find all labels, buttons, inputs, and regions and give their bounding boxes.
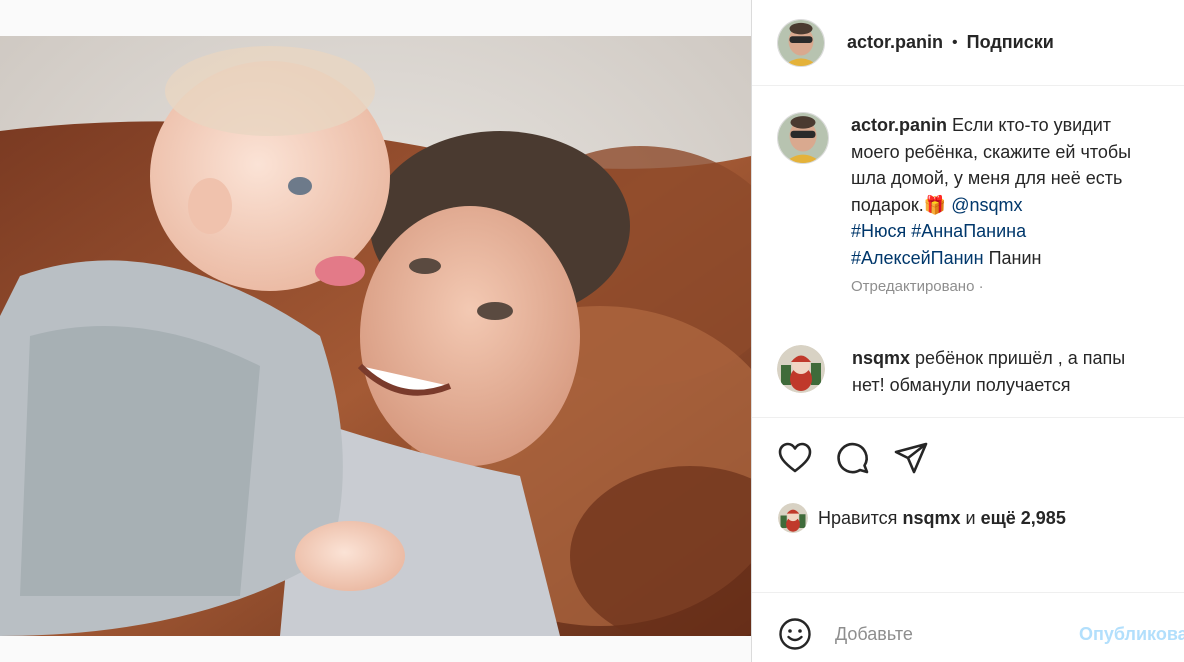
likes-prefix: Нравится (818, 507, 898, 528)
post-media-pane (0, 0, 751, 662)
comment-composer: Опубликовать (777, 614, 1184, 654)
heart-icon[interactable] (777, 440, 813, 476)
caption-mention[interactable]: @nsqmx (951, 195, 1022, 215)
comment-body: nsqmx ребёнок пришёл , а папы нет! обман… (852, 345, 1125, 399)
commenter-avatar-image (777, 345, 825, 393)
hashtag-nyusya[interactable]: #Нюся (851, 221, 906, 241)
caption-line-4: подарок.🎁 @nsqmx (851, 192, 1184, 219)
caption-trailing-word: Панин (988, 247, 1042, 268)
comment-text-2: нет! обманули получается (852, 375, 1071, 395)
liker-avatar[interactable] (778, 503, 808, 533)
comment-text-1: ребёнок пришёл , а папы (915, 348, 1126, 368)
likes-user[interactable]: nsqmx (902, 508, 960, 529)
caption-line-1: actor.panin Если кто-то увидит (851, 112, 1184, 139)
caption-text-3: шла домой, у меня для неё есть (851, 168, 1123, 188)
paper-plane-icon[interactable] (893, 440, 929, 476)
post-actions (777, 440, 929, 476)
likes-middle: и (965, 507, 976, 528)
caption-avatar-image (778, 113, 828, 163)
caption-avatar[interactable] (777, 112, 829, 164)
post-photo-image (0, 36, 751, 636)
caption-body: actor.panin Если кто-то увидит моего реб… (851, 112, 1184, 296)
post-caption: actor.panin Если кто-то увидит моего реб… (777, 112, 1184, 296)
add-comment-input[interactable] (835, 623, 1055, 645)
caption-username[interactable]: actor.panin (851, 115, 947, 135)
likes-count[interactable]: ещё 2,985 (981, 508, 1066, 529)
composer-divider (752, 592, 1184, 593)
hashtag-aleksey-panin[interactable]: #АлексейПанин (851, 248, 984, 268)
post-header: actor.panin • Подписки (752, 0, 1184, 86)
author-avatar[interactable] (777, 18, 825, 67)
caption-text-2: моего ребёнка, скажите ей чтобы (851, 141, 1132, 162)
comment-username[interactable]: nsqmx (852, 348, 910, 368)
edited-label: Отредактировано · (851, 278, 984, 295)
smiley-icon[interactable] (777, 616, 813, 652)
liker-avatar-image (778, 503, 808, 533)
caption-text-4: подарок. (851, 194, 924, 215)
publish-button[interactable]: Опубликовать (1079, 624, 1184, 645)
author-avatar-image (778, 19, 824, 66)
post-sidebar: actor.panin • Подписки actor.panin Если … (752, 0, 1184, 662)
comment-item: nsqmx ребёнок пришёл , а папы нет! обман… (777, 345, 1184, 399)
comment-line-1: nsqmx ребёнок пришёл , а папы (852, 345, 1125, 372)
author-username[interactable]: actor.panin (847, 32, 943, 53)
following-button[interactable]: Подписки (967, 32, 1054, 53)
actions-divider (752, 417, 1184, 418)
hashtag-anna-panina[interactable]: #АннаПанина (911, 221, 1026, 241)
comment-bubble-icon[interactable] (835, 440, 871, 476)
likes-summary: Нравится nsqmx и ещё 2,985 (778, 503, 1066, 533)
caption-line-6: #АлексейПанин Панин (851, 245, 1184, 272)
caption-text-1: Если кто-то увидит (952, 115, 1112, 135)
commenter-avatar[interactable] (777, 345, 825, 393)
caption-line-5: #Нюся #АннаПанина (851, 218, 1184, 245)
post-photo[interactable] (0, 36, 751, 636)
gift-emoji-icon: 🎁 (923, 194, 947, 215)
header-separator: • (952, 33, 958, 51)
